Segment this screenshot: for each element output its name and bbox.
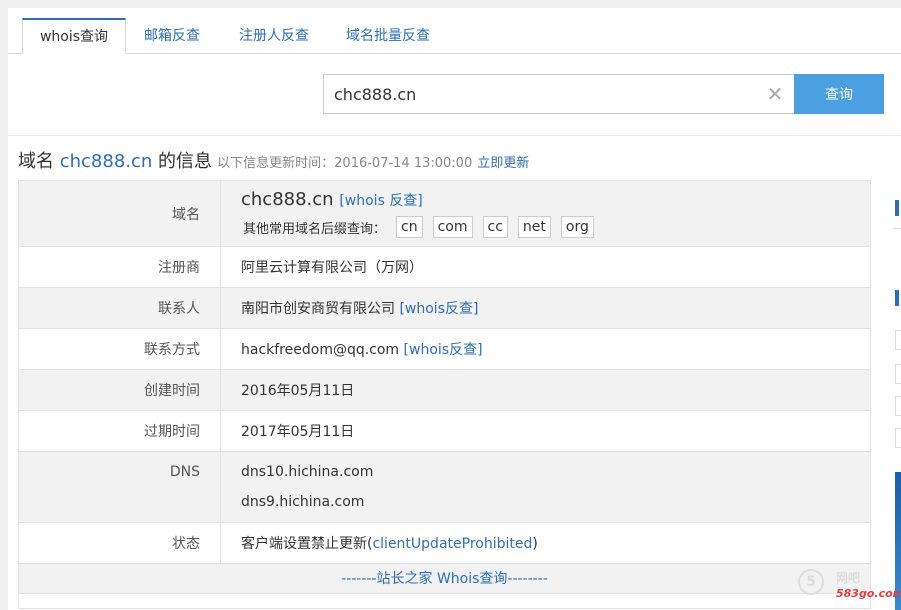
sidebar-box[interactable] <box>895 330 901 350</box>
page-title: 域名 chc888.cn 的信息 以下信息更新时间：2016-07-14 13:… <box>18 150 529 174</box>
sidebar-box[interactable] <box>895 428 901 448</box>
update-now-link[interactable]: 立即更新 <box>477 156 529 171</box>
suffix-query-line: 其他常用域名后缀查询： cn com cc net org <box>241 216 870 238</box>
suffix-chip-net[interactable]: net <box>517 216 551 238</box>
domain-value: chc888.cn [whois 反查] <box>241 189 870 210</box>
sidebar-box[interactable] <box>895 396 901 416</box>
email-reverse-link[interactable]: [whois反查] <box>404 342 483 358</box>
table-row-created: 创建时间 2016年05月11日 <box>19 370 870 411</box>
domain-search-input[interactable] <box>323 74 795 114</box>
status-prefix: 客户端设置禁止更新( <box>241 536 373 552</box>
row-label: 联系人 <box>19 288 221 328</box>
whois-panel: whois查询 邮箱反查 注册人反查 域名批量反查 ✕ 查询 域名 chc888… <box>8 8 901 610</box>
table-row-contact-method: 联系方式 hackfreedom@qq.com [whois反查] <box>19 329 870 370</box>
suffix-chip-cc[interactable]: cc <box>482 216 508 238</box>
row-label: 联系方式 <box>19 329 221 369</box>
contact-value: 南阳市创安商贸有限公司 [whois反查] <box>221 288 870 328</box>
contact-text: 南阳市创安商贸有限公司 <box>241 301 395 317</box>
title-suffix: 的信息 <box>152 151 213 172</box>
contact-method-value: hackfreedom@qq.com [whois反查] <box>221 329 870 369</box>
table-blank-row <box>19 594 870 608</box>
tab-bar: whois查询 邮箱反查 注册人反查 域名批量反查 <box>8 8 901 55</box>
whois-reverse-link[interactable]: [whois 反查] <box>339 193 422 209</box>
table-row-domain: 域名 chc888.cn [whois 反查] 其他常用域名后缀查询： cn c… <box>19 181 870 247</box>
status-line: 客户端设置禁止更新(clientUpdateProhibited) <box>241 533 870 553</box>
expires-text: 2017年05月11日 <box>241 424 355 440</box>
suffix-chip-cn[interactable]: cn <box>396 216 423 238</box>
sidebar-divider <box>893 228 901 229</box>
status-suffix: ) <box>532 536 538 552</box>
contact-method-line: hackfreedom@qq.com [whois反查] <box>241 339 870 359</box>
suffix-chip-com[interactable]: com <box>432 216 473 238</box>
created-text: 2016年05月11日 <box>241 383 355 399</box>
registrar-text: 阿里云计算有限公司（万网） <box>241 260 423 276</box>
dns-value: dns10.hichina.com dns9.hichina.com <box>221 452 870 522</box>
dns-server-2: dns9.hichina.com <box>241 494 365 510</box>
whois-info-table: 域名 chc888.cn [whois 反查] 其他常用域名后缀查询： cn c… <box>18 180 871 609</box>
tab-registrant-reverse[interactable]: 注册人反查 <box>226 18 322 54</box>
table-row-registrar: 注册商 阿里云计算有限公司（万网） <box>19 247 870 288</box>
created-value: 2016年05月11日 <box>221 370 870 410</box>
row-value: chc888.cn [whois 反查] 其他常用域名后缀查询： cn com … <box>221 181 870 246</box>
sidebar-box[interactable] <box>895 364 901 384</box>
domain-text: chc888.cn <box>241 189 334 210</box>
table-row-expires: 过期时间 2017年05月11日 <box>19 411 870 452</box>
watermark-text: 网吧 <box>836 571 861 585</box>
table-row-status: 状态 客户端设置禁止更新(clientUpdateProhibited) <box>19 523 870 564</box>
right-sidebar <box>893 180 901 610</box>
expires-value: 2017年05月11日 <box>221 411 870 451</box>
tab-email-reverse[interactable]: 邮箱反查 <box>132 18 212 54</box>
suffix-query-label: 其他常用域名后缀查询： <box>243 221 387 237</box>
row-label: DNS <box>19 452 221 522</box>
search-button[interactable]: 查询 <box>794 74 884 114</box>
sidebar-accent-mark <box>895 200 899 216</box>
row-label: 注册商 <box>19 247 221 287</box>
search-area: ✕ 查询 <box>8 54 901 136</box>
sidebar-accent-mark <box>895 290 899 306</box>
suffix-chip-org[interactable]: org <box>560 216 594 238</box>
watermark-url: 583go.com <box>836 587 901 600</box>
status-code-link[interactable]: clientUpdateProhibited <box>372 536 532 552</box>
contact-line: 南阳市创安商贸有限公司 [whois反查] <box>241 298 870 318</box>
title-domain[interactable]: chc888.cn <box>60 151 153 172</box>
table-row-dns: DNS dns10.hichina.com dns9.hichina.com <box>19 452 870 523</box>
contact-reverse-link[interactable]: [whois反查] <box>399 301 478 317</box>
row-label: 创建时间 <box>19 370 221 410</box>
clear-icon[interactable]: ✕ <box>765 82 785 106</box>
email-text: hackfreedom@qq.com <box>241 342 400 358</box>
update-time-text: 以下信息更新时间：2016-07-14 13:00:00 <box>217 156 473 171</box>
table-footer[interactable]: -------站长之家 Whois查询-------- <box>19 564 870 594</box>
tab-batch-reverse[interactable]: 域名批量反查 <box>334 18 442 54</box>
row-label: 状态 <box>19 523 221 563</box>
status-value: 客户端设置禁止更新(clientUpdateProhibited) <box>221 523 870 563</box>
watermark-logo-icon: 5 <box>798 569 824 595</box>
row-label: 过期时间 <box>19 411 221 451</box>
title-prefix: 域名 <box>18 151 60 172</box>
tab-whois[interactable]: whois查询 <box>22 18 126 55</box>
dns-server-1: dns10.hichina.com <box>241 464 374 480</box>
row-label: 域名 <box>19 181 221 246</box>
table-row-contact: 联系人 南阳市创安商贸有限公司 [whois反查] <box>19 288 870 329</box>
registrar-value: 阿里云计算有限公司（万网） <box>221 247 870 287</box>
